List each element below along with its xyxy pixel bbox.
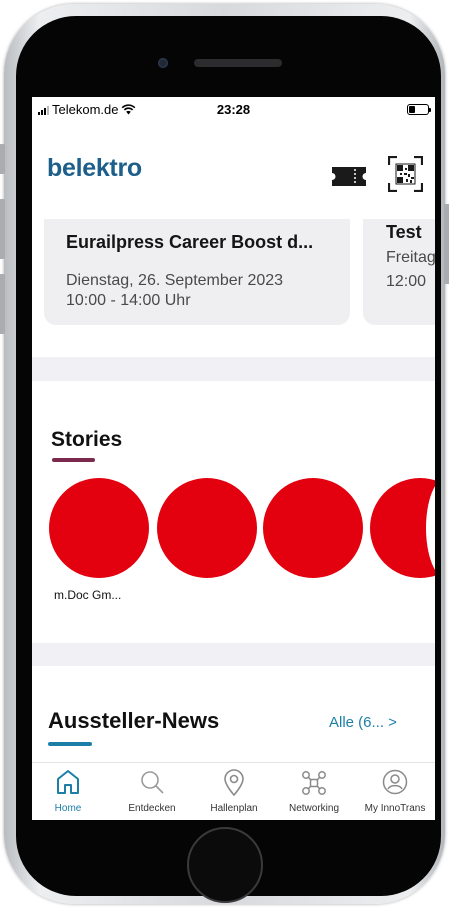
event-time: 10:00 - 14:00 Uhr [66,292,191,309]
exhibitor-news-section: Aussteller-News Alle (6... > [32,666,435,766]
event-title: Test [386,222,422,242]
app-screen: Telekom.de 23:28 belektro Eurailpress Ca… [32,97,435,820]
story-avatar[interactable] [263,478,363,578]
status-time: 23:28 [216,102,251,117]
tab-bar: Home Entdecken Hallenplan Networking My … [32,762,435,820]
silent-switch [0,144,5,174]
ticket-icon[interactable] [332,167,366,186]
tab-hallenplan[interactable]: Hallenplan [194,763,274,820]
tab-networking[interactable]: Networking [274,763,354,820]
stories-title: Stories [51,428,123,451]
tab-home[interactable]: Home [32,763,104,820]
home-button[interactable] [187,827,263,903]
stories-title-underline [52,458,95,462]
event-date: Dienstag, 26. September 2023 [66,272,284,289]
news-title: Aussteller-News [48,708,220,733]
search-icon [141,771,164,794]
tab-label: Hallenplan [210,803,258,814]
tab-label: Home [54,803,82,814]
user-icon [382,769,408,795]
story-label: m.Doc Gm... [54,588,122,602]
app-header: belektro [32,121,435,219]
story-avatar[interactable] [157,478,257,578]
volume-down-button [0,274,5,334]
news-view-all-link[interactable]: Alle (6... > [329,714,397,731]
power-button [444,204,449,284]
status-bar: Telekom.de 23:28 [32,97,435,121]
event-card[interactable]: Eurailpress Career Boost d... Dienstag, … [44,219,350,325]
stories-section: Stories m.Doc Gm... [32,381,435,643]
tab-label: Entdecken [128,803,176,814]
network-icon [302,771,326,795]
news-title-underline [48,742,92,746]
story-avatar[interactable] [49,478,149,578]
brand-logo: belektro [47,154,142,182]
tab-my-innotrans[interactable]: My InnoTrans [355,763,435,820]
event-time: 12:00 [386,273,427,290]
event-date: Freitag [386,249,435,266]
qr-code-icon[interactable] [388,156,423,192]
tab-label: Networking [288,803,340,814]
tab-label: My InnoTrans [364,803,426,814]
home-icon [57,770,79,794]
battery-icon [407,104,431,115]
front-camera [158,58,168,68]
earpiece-speaker [194,59,282,67]
events-carousel: Eurailpress Career Boost d... Dienstag, … [32,219,435,357]
event-title: Eurailpress Career Boost d... [66,232,314,252]
map-pin-icon [224,769,244,797]
volume-up-button [0,199,5,259]
event-card[interactable]: Test Freitag 12:00 [363,219,435,325]
tab-entdecken[interactable]: Entdecken [112,763,192,820]
